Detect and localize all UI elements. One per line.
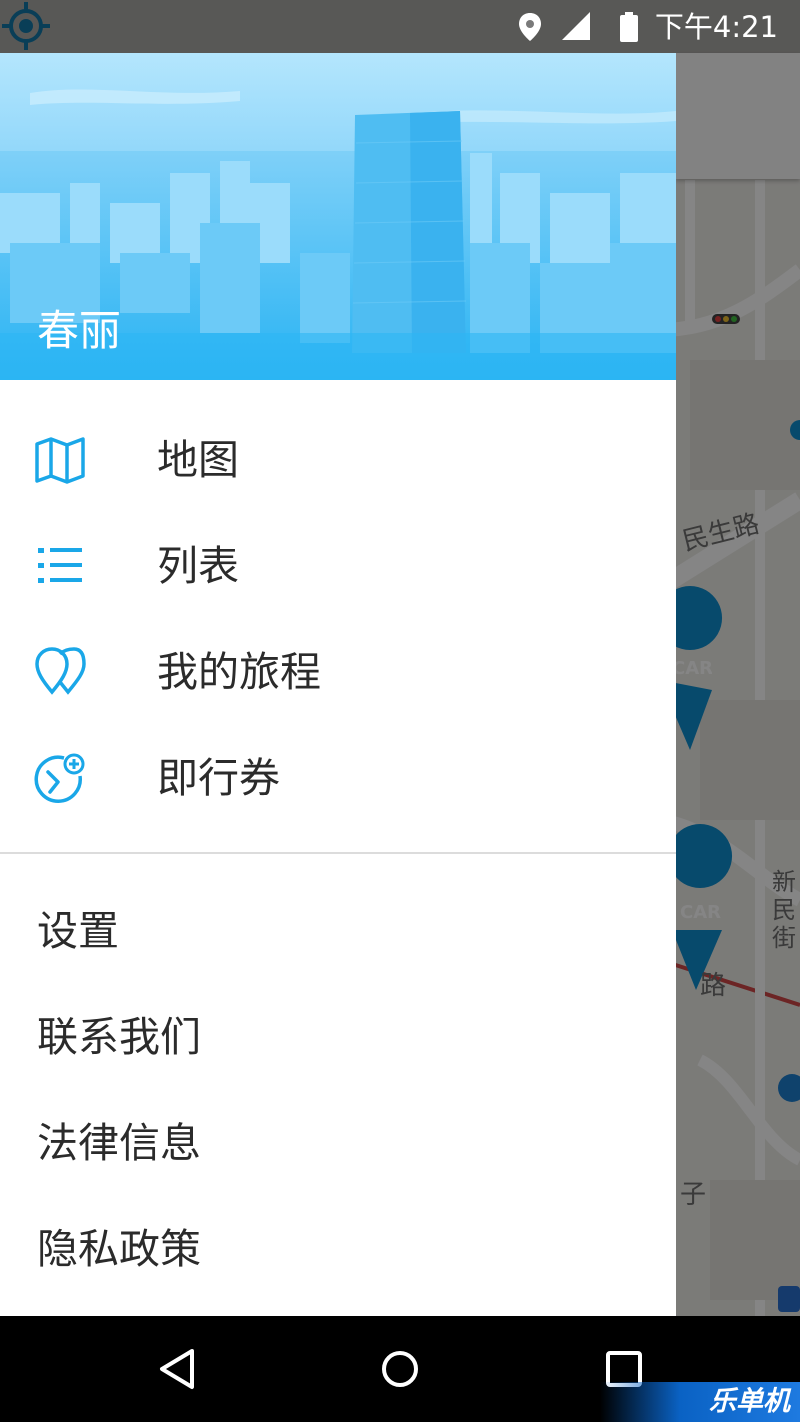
watermark-logo: 乐单机	[600, 1382, 800, 1422]
menu-item-label: 我的旅程	[157, 648, 321, 696]
menu-item-my-trips[interactable]: 我的旅程	[0, 619, 676, 725]
menu-item-legal-info[interactable]: 法律信息	[0, 1090, 676, 1196]
menu-item-label: 法律信息	[37, 1119, 201, 1167]
menu-item-privacy-policy[interactable]: 隐私政策	[0, 1196, 676, 1302]
drawer-header: 春丽	[0, 53, 676, 380]
location-pin-icon	[519, 13, 541, 41]
menu-item-contact-us[interactable]: 联系我们	[0, 984, 676, 1090]
menu-item-label: 设置	[37, 907, 119, 955]
back-icon[interactable]	[152, 1343, 204, 1395]
status-time: 下午4:21	[654, 10, 778, 44]
navigation-drawer: 春丽 地图 列表 我的旅程 即行券 设置 联系我们 法律信息 隐私政策	[0, 53, 676, 1316]
menu-item-list[interactable]: 列表	[0, 513, 676, 619]
status-bar: 下午4:21	[0, 0, 800, 53]
home-icon[interactable]	[374, 1343, 426, 1395]
menu-item-label: 地图	[157, 436, 239, 484]
list-icon	[38, 548, 82, 583]
menu-item-label: 隐私政策	[37, 1225, 201, 1273]
menu-item-map[interactable]: 地图	[0, 407, 676, 513]
menu-item-label: 联系我们	[37, 1013, 201, 1061]
battery-icon	[620, 12, 638, 42]
map-icon	[35, 437, 85, 484]
menu-divider	[0, 852, 676, 854]
voucher-icon	[34, 753, 85, 803]
menu-item-label: 列表	[157, 542, 239, 590]
watermark-text: 乐单机	[709, 1386, 790, 1417]
trips-pin-icon	[35, 647, 86, 695]
menu-item-settings[interactable]: 设置	[0, 878, 676, 984]
user-name: 春丽	[37, 306, 122, 355]
signal-icon	[562, 12, 590, 40]
menu-item-label: 即行券	[157, 754, 280, 802]
menu-item-voucher[interactable]: 即行券	[0, 725, 676, 831]
